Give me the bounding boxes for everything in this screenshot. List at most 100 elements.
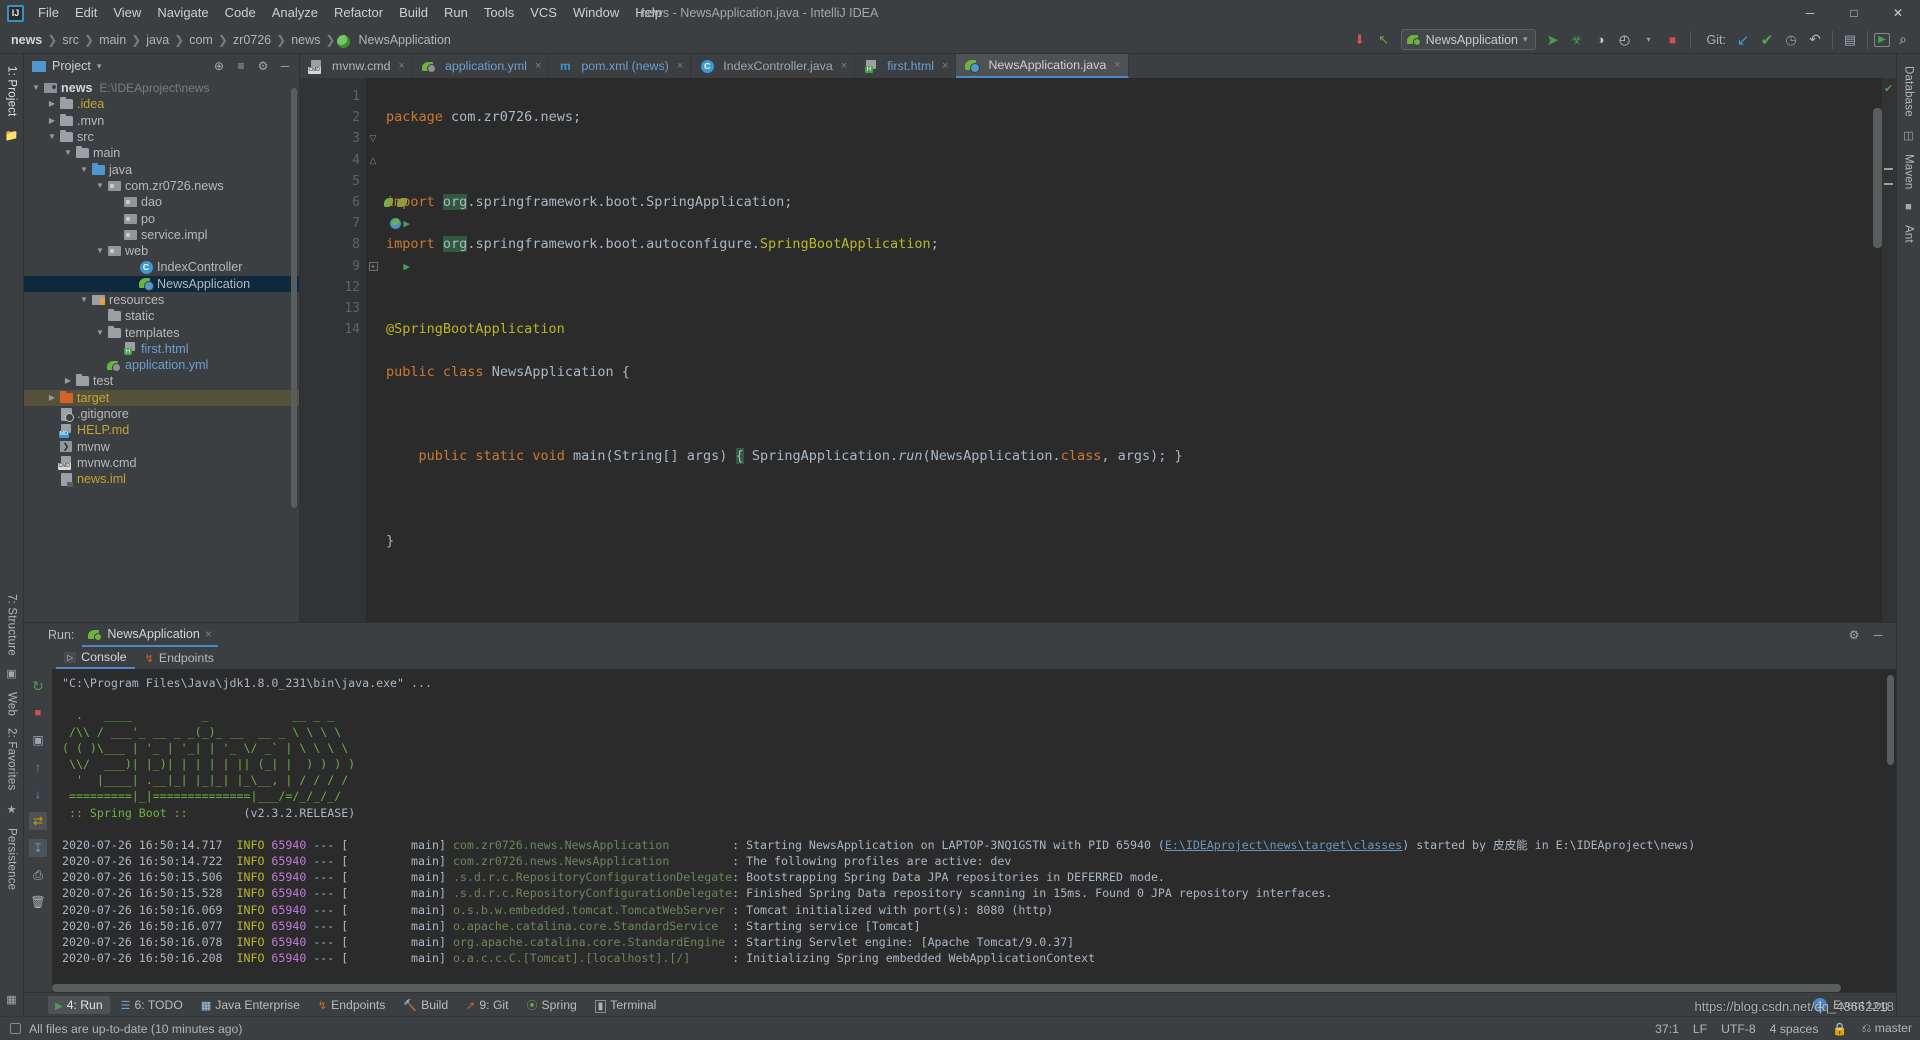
git-update-icon[interactable]: ↙	[1732, 29, 1754, 51]
tree-expander-icon[interactable]: ▶	[94, 308, 106, 324]
tree-node-help-md[interactable]: ▶ HELP.md	[24, 422, 299, 438]
editor-tab-mvnw-cmd[interactable]: mvnw.cmd ×	[300, 54, 413, 78]
camera-icon[interactable]: ▣	[6, 667, 16, 680]
tree-node-resources[interactable]: ▼ resources	[24, 292, 299, 308]
menu-edit[interactable]: Edit	[67, 2, 105, 24]
tree-expander-icon[interactable]: ▶	[110, 194, 122, 210]
bottom-tool-window-bar[interactable]: ▶ 4: Run ☰ 6: TODO ▦ Java Enterprise ↯ Endpoint…	[24, 992, 1896, 1016]
tree-expander-icon[interactable]: ▶	[46, 422, 58, 438]
git-commit-icon[interactable]: ✔	[1756, 29, 1778, 51]
indent-setting[interactable]: 4 spaces	[1770, 1022, 1819, 1036]
breadcrumb[interactable]: news ❯ src ❯ main ❯ java ❯ com ❯ zr0726 …	[0, 33, 454, 48]
close-tab-icon[interactable]: ×	[399, 60, 405, 72]
tree-node-main[interactable]: ▼ main	[24, 145, 299, 161]
menu-code[interactable]: Code	[217, 2, 264, 24]
close-tab-icon[interactable]: ×	[841, 60, 847, 72]
tree-expander-icon[interactable]: ▶	[46, 455, 58, 471]
menu-help[interactable]: Help	[627, 2, 670, 24]
trash-icon[interactable]: 🗑	[29, 893, 47, 911]
run-icon[interactable]: ➤	[1542, 29, 1564, 51]
close-button[interactable]: ✕	[1876, 0, 1920, 26]
tree-expander-icon[interactable]: ▶	[62, 373, 74, 389]
editor-vertical-scrollbar[interactable]	[1873, 108, 1882, 248]
arrow-up-left-icon[interactable]: ↖	[1373, 29, 1395, 51]
editor-tab-application-yml[interactable]: application.yml ×	[413, 54, 550, 78]
tree-expander-icon[interactable]: ▼	[46, 129, 58, 145]
tree-node-news[interactable]: ▼ news E:\IDEAproject\news	[24, 80, 299, 96]
sidebar-item-project[interactable]: 1: Project	[3, 60, 21, 123]
profile-icon[interactable]: ◴	[1614, 29, 1636, 51]
tree-node-test[interactable]: ▶ test	[24, 373, 299, 389]
breadcrumb-com[interactable]: com	[186, 33, 216, 47]
star-icon[interactable]: ★	[7, 803, 17, 816]
tree-node-first-html[interactable]: ▶ first.html	[24, 341, 299, 357]
close-tab-icon[interactable]: ×	[535, 60, 541, 72]
tree-expander-icon[interactable]: ▶	[46, 406, 58, 422]
tree-expander-icon[interactable]: ▼	[94, 243, 106, 259]
project-tree[interactable]: ▼ news E:\IDEAproject\news ▶ .idea ▶ .mvn ▼ src ▼…	[24, 78, 299, 622]
tree-node-mvnw[interactable]: ▶❯mvnw	[24, 439, 299, 455]
tree-expander-icon[interactable]: ▼	[78, 292, 90, 308]
breadcrumb-java[interactable]: java	[143, 33, 172, 47]
editor-tab-pom-xml-news-[interactable]: m pom.xml (news) ×	[549, 54, 692, 78]
tree-expander-icon[interactable]: ▼	[62, 145, 74, 161]
tree-node--idea[interactable]: ▶ .idea	[24, 96, 299, 112]
console-tab-bar[interactable]: ▷ Console ↯ Endpoints	[52, 647, 1896, 669]
tree-expander-icon[interactable]: ▶	[46, 471, 58, 487]
sidebar-item-web[interactable]: Web	[3, 686, 21, 722]
tree-expander-icon[interactable]: ▼	[94, 178, 106, 194]
settings-gear-icon[interactable]: ⚙	[1844, 625, 1864, 645]
source-code[interactable]: package com.zr0726.news; import org.spri…	[366, 78, 1882, 622]
structure-icon[interactable]: ▤	[1839, 29, 1861, 51]
menu-file[interactable]: File	[30, 2, 67, 24]
bottom-tab-terminal[interactable]: ▮ Terminal	[588, 996, 664, 1014]
menu-build[interactable]: Build	[391, 2, 436, 24]
sidebar-item-database[interactable]: Database	[1900, 60, 1918, 123]
event-log-label[interactable]: Event Log	[1833, 998, 1888, 1012]
project-tree-scrollbar[interactable]	[291, 88, 297, 508]
tree-node-po[interactable]: ▶ po	[24, 210, 299, 226]
file-encoding[interactable]: UTF-8	[1721, 1022, 1756, 1036]
lock-icon[interactable]: 🔒	[1832, 1022, 1847, 1036]
line-separator[interactable]: LF	[1693, 1022, 1707, 1036]
tree-node-mvnw-cmd[interactable]: ▶ mvnw.cmd	[24, 455, 299, 471]
editor-inspection-gutter[interactable]: ✔	[1882, 78, 1896, 622]
scroll-up-icon[interactable]: ↑	[29, 758, 47, 776]
hide-panel-icon[interactable]: ─	[275, 56, 295, 76]
chevron-down-icon[interactable]: ▾	[1638, 29, 1660, 51]
tree-expander-icon[interactable]: ▶	[110, 211, 122, 227]
search-icon[interactable]: ⌕	[1892, 29, 1914, 51]
editor-tab-newsapplication-java[interactable]: NewsApplication.java ×	[956, 54, 1129, 78]
fold-method[interactable]: +	[366, 256, 380, 277]
tree-expander-icon[interactable]: ▶	[46, 439, 58, 455]
breadcrumb-main[interactable]: main	[96, 33, 129, 47]
hide-panel-icon[interactable]: ─	[1868, 625, 1888, 645]
tree-node-com-zr0726-news[interactable]: ▼ com.zr0726.news	[24, 178, 299, 194]
console-vertical-scrollbar[interactable]	[1887, 675, 1894, 765]
tree-node-dao[interactable]: ▶ dao	[24, 194, 299, 210]
close-tab-icon[interactable]: ×	[942, 60, 948, 72]
maximize-button[interactable]: □	[1832, 0, 1876, 26]
tree-expander-icon[interactable]: ▼	[94, 325, 106, 341]
sidebar-item-ant[interactable]: Ant	[1900, 219, 1918, 249]
tree-node-static[interactable]: ▶ static	[24, 308, 299, 324]
run-with-coverage-icon[interactable]: ◑	[1590, 29, 1612, 51]
git-branch[interactable]: ⎌ master	[1862, 1021, 1912, 1036]
tree-expander-icon[interactable]: ▼	[78, 162, 90, 178]
rerun-icon[interactable]: ↻	[29, 677, 47, 695]
sidebar-item-persistence[interactable]: Persistence	[3, 822, 21, 896]
tree-expander-icon[interactable]: ▶	[126, 276, 138, 292]
close-tab-icon[interactable]: ×	[677, 60, 683, 72]
stop-icon[interactable]: ■	[29, 704, 47, 722]
tree-expander-icon[interactable]: ▼	[30, 80, 42, 96]
folder-icon[interactable]: 📁	[5, 129, 19, 142]
terminal-icon[interactable]: ▶	[1874, 32, 1890, 47]
fold-import-start[interactable]: ▽	[366, 128, 380, 149]
minimize-button[interactable]: ─	[1788, 0, 1832, 26]
soft-wrap-icon[interactable]: ⇄	[29, 812, 47, 830]
menu-window[interactable]: Window	[565, 2, 627, 24]
tree-node--mvn[interactable]: ▶ .mvn	[24, 113, 299, 129]
console-horizontal-scrollbar[interactable]	[52, 984, 1841, 992]
tree-expander-icon[interactable]: ▶	[110, 341, 122, 357]
console-output[interactable]: "C:\Program Files\Java\jdk1.8.0_231\bin\…	[52, 669, 1896, 992]
